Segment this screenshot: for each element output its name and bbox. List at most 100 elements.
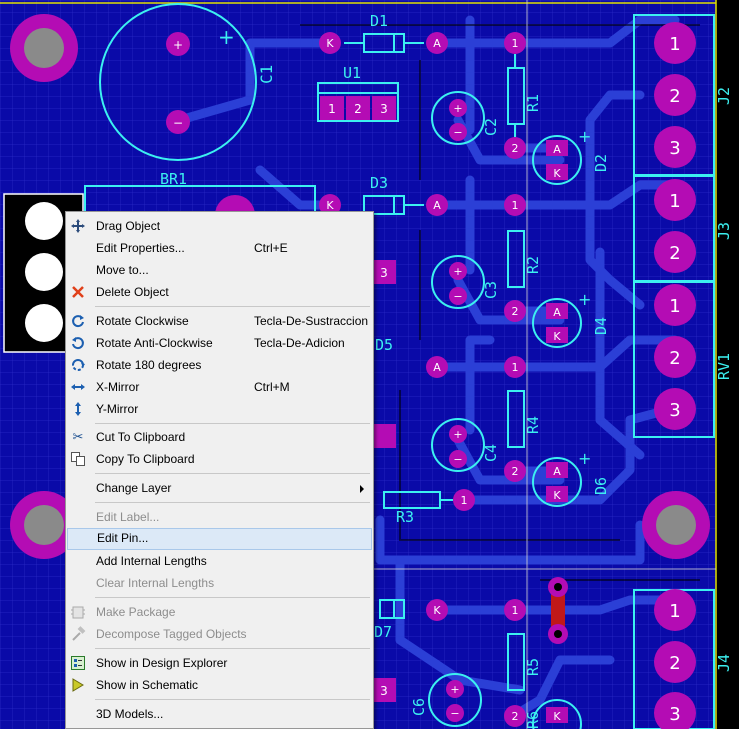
svg-text:+: + [453, 265, 462, 278]
menu-item-cut[interactable]: ✂ Cut To Clipboard [67, 426, 372, 448]
svg-text:−: − [450, 707, 459, 720]
menu-item-edit-properties[interactable]: Edit Properties... Ctrl+E [67, 237, 372, 259]
hammer-icon [70, 626, 86, 642]
menu-separator [95, 648, 370, 649]
menu-item-3d-models[interactable]: 3D Models... [67, 703, 372, 725]
svg-text:A: A [433, 199, 441, 212]
svg-text:D6: D6 [592, 477, 610, 495]
svg-text:C3: C3 [482, 281, 500, 299]
svg-text:D5: D5 [375, 336, 393, 354]
svg-text:1: 1 [512, 361, 519, 374]
menu-item-edit-label[interactable]: Edit Label... [67, 506, 372, 528]
make-package-icon [70, 604, 86, 620]
svg-text:1: 1 [512, 199, 519, 212]
rotate-180-icon [70, 357, 86, 373]
x-mirror-icon [70, 379, 86, 395]
svg-text:1: 1 [512, 604, 519, 617]
menu-item-drag-object[interactable]: Drag Object [67, 215, 372, 237]
svg-text:3: 3 [669, 400, 680, 421]
svg-text:3: 3 [380, 102, 388, 116]
svg-text:1: 1 [512, 37, 519, 50]
menu-item-show-design-explorer[interactable]: Show in Design Explorer [67, 652, 372, 674]
svg-text:A: A [553, 465, 561, 478]
svg-text:2: 2 [512, 710, 519, 723]
svg-text:2: 2 [512, 305, 519, 318]
svg-text:K: K [553, 330, 561, 343]
svg-text:2: 2 [512, 142, 519, 155]
menu-item-decompose[interactable]: Decompose Tagged Objects [67, 623, 372, 645]
move-icon [70, 218, 86, 234]
svg-text:J2: J2 [715, 87, 733, 105]
svg-text:+: + [453, 428, 462, 441]
menu-item-x-mirror[interactable]: X-Mirror Ctrl+M [67, 376, 372, 398]
svg-text:1: 1 [328, 102, 336, 116]
svg-text:1: 1 [669, 191, 680, 212]
delete-x-icon [70, 284, 86, 300]
svg-text:D4: D4 [592, 317, 610, 335]
svg-text:K: K [553, 489, 561, 502]
context-menu: Drag Object Edit Properties... Ctrl+E Mo… [65, 211, 374, 729]
svg-text:K: K [326, 37, 334, 50]
submenu-arrow-icon [360, 485, 364, 493]
svg-text:1: 1 [669, 601, 680, 622]
svg-text:−: − [453, 290, 462, 303]
menu-separator [95, 699, 370, 700]
svg-text:C2: C2 [482, 118, 500, 136]
svg-text:+: + [578, 127, 591, 146]
svg-text:+: + [450, 683, 459, 696]
svg-text:K: K [433, 604, 441, 617]
svg-text:A: A [433, 361, 441, 374]
schematic-arrow-icon [70, 677, 86, 693]
menu-item-clear-internal-lengths[interactable]: Clear Internal Lengths [67, 572, 372, 594]
menu-item-rotate-anticlockwise[interactable]: Rotate Anti-Clockwise Tecla-De-Adicion [67, 332, 372, 354]
svg-text:3: 3 [669, 138, 680, 159]
menu-item-rotate-180[interactable]: Rotate 180 degrees [67, 354, 372, 376]
svg-text:C1: C1 [257, 65, 276, 84]
svg-text:2: 2 [354, 102, 362, 116]
svg-text:D3: D3 [370, 174, 388, 192]
menu-separator [95, 502, 370, 503]
menu-item-delete-object[interactable]: Delete Object [67, 281, 372, 303]
svg-text:C4: C4 [482, 444, 500, 462]
svg-text:J3: J3 [715, 222, 733, 240]
svg-text:1: 1 [669, 34, 680, 55]
menu-separator [95, 473, 370, 474]
menu-item-edit-pin[interactable]: Edit Pin... [67, 528, 372, 550]
svg-text:C6: C6 [410, 698, 428, 716]
menu-separator [95, 423, 370, 424]
svg-text:−: − [173, 116, 183, 130]
scissors-icon: ✂ [72, 429, 84, 444]
rotate-cw-icon [70, 313, 86, 329]
svg-text:K: K [553, 167, 561, 180]
menu-separator [95, 306, 370, 307]
svg-text:2: 2 [669, 348, 680, 369]
design-explorer-icon [70, 655, 86, 671]
menu-separator [95, 597, 370, 598]
menu-item-add-internal-lengths[interactable]: Add Internal Lengths [67, 550, 372, 572]
menu-item-rotate-clockwise[interactable]: Rotate Clockwise Tecla-De-Sustraccion [67, 310, 372, 332]
svg-text:−: − [453, 126, 462, 139]
svg-text:2: 2 [669, 653, 680, 674]
svg-text:J4: J4 [715, 654, 733, 672]
svg-text:2: 2 [512, 465, 519, 478]
menu-item-show-schematic[interactable]: Show in Schematic [67, 674, 372, 696]
svg-text:3: 3 [669, 704, 680, 725]
svg-text:+: + [218, 25, 235, 49]
svg-text:RV1: RV1 [715, 353, 733, 380]
svg-text:+: + [453, 102, 462, 115]
menu-item-copy[interactable]: Copy To Clipboard [67, 448, 372, 470]
menu-item-y-mirror[interactable]: Y-Mirror [67, 398, 372, 420]
svg-text:K: K [553, 710, 561, 723]
svg-text:−: − [453, 453, 462, 466]
svg-text:+: + [578, 290, 591, 309]
menu-item-move-to[interactable]: Move to... [67, 259, 372, 281]
svg-text:+: + [578, 449, 591, 468]
menu-item-change-layer[interactable]: Change Layer [67, 477, 372, 499]
svg-text:2: 2 [669, 86, 680, 107]
svg-text:A: A [553, 143, 561, 156]
menu-item-make-package[interactable]: Make Package [67, 601, 372, 623]
jumper-wire [548, 577, 568, 644]
svg-text:D7: D7 [374, 623, 392, 641]
svg-text:+: + [173, 38, 183, 52]
svg-text:A: A [553, 306, 561, 319]
